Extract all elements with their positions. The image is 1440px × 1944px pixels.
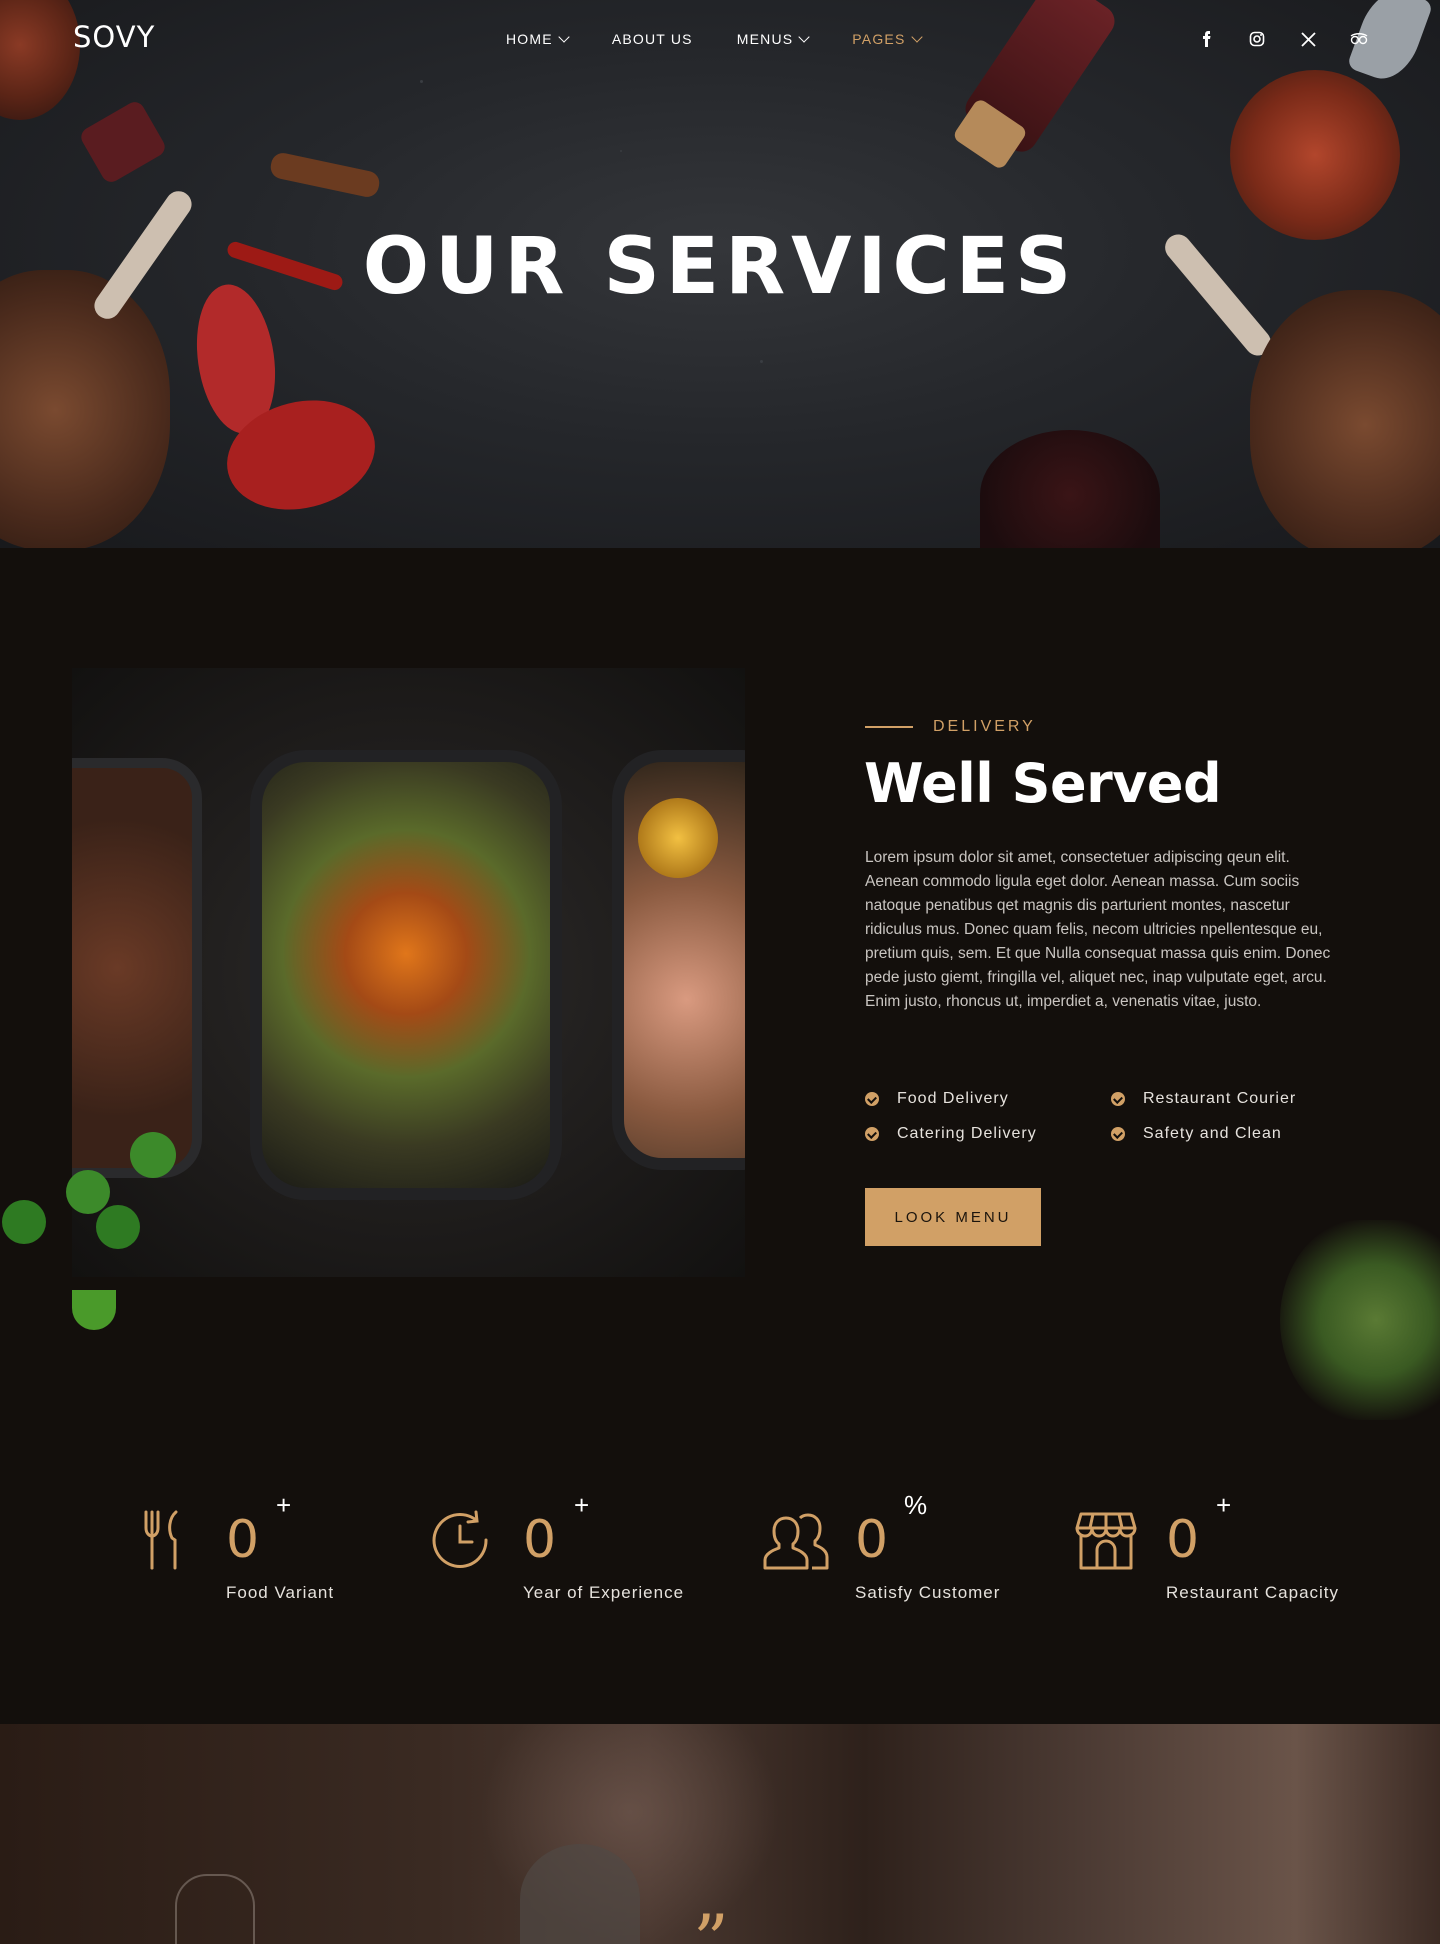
cinnamon-image bbox=[268, 150, 382, 200]
feature-label: Catering Delivery bbox=[897, 1125, 1037, 1142]
check-circle-icon bbox=[1111, 1092, 1125, 1106]
chevron-down-icon bbox=[910, 31, 923, 43]
feature-item: Food Delivery bbox=[865, 1090, 1009, 1108]
wine-glass-right-image bbox=[1230, 70, 1400, 240]
section-description: Lorem ipsum dolor sit amet, consectetuer… bbox=[865, 849, 1331, 1010]
store-icon bbox=[1075, 1508, 1137, 1577]
red-wine-glass-image bbox=[980, 430, 1160, 548]
stat-suffix: + bbox=[1216, 1490, 1232, 1520]
nav-item-label: MENUS bbox=[736, 31, 794, 47]
stat-label: Year of Experience bbox=[523, 1583, 685, 1602]
jalapeno-slices-image bbox=[0, 1080, 230, 1330]
steak-right-image bbox=[1250, 290, 1440, 548]
nav-item-home[interactable]: HOME bbox=[506, 31, 570, 47]
eyebrow-label: DELIVERY bbox=[933, 718, 1036, 735]
meal-box-center-image bbox=[250, 750, 562, 1200]
stat-suffix: + bbox=[276, 1490, 292, 1520]
nav-item-about-us[interactable]: ABOUT US bbox=[612, 31, 693, 47]
utensils-icon bbox=[140, 1508, 188, 1577]
instagram-icon[interactable] bbox=[1246, 28, 1268, 50]
jalapeno-slice bbox=[72, 1290, 116, 1330]
page-title: OUR SERVICES bbox=[362, 222, 1078, 312]
spice-jar-image bbox=[77, 98, 169, 186]
stat-value: 0 bbox=[1166, 1510, 1200, 1570]
quote-icon: ” bbox=[693, 1900, 729, 1944]
clock-icon bbox=[432, 1508, 492, 1577]
site-logo[interactable]: SOVY bbox=[73, 20, 155, 54]
hero-banner: SOVY HOME ABOUT US MENUS PAGES OUR SERVI… bbox=[0, 0, 1440, 548]
jalapeno-slice bbox=[130, 1132, 176, 1178]
feature-label: Safety and Clean bbox=[1143, 1125, 1282, 1142]
texture-speck bbox=[620, 150, 622, 152]
texture-speck bbox=[420, 80, 423, 83]
lemon-image bbox=[638, 798, 718, 878]
section-eyebrow: DELIVERY bbox=[865, 718, 1036, 736]
look-menu-button[interactable]: LOOK MENU bbox=[865, 1188, 1041, 1246]
stat-suffix: + bbox=[574, 1490, 590, 1520]
nav-item-menus[interactable]: MENUS bbox=[736, 31, 810, 47]
nav-item-label: PAGES bbox=[852, 31, 906, 47]
feature-label: Restaurant Courier bbox=[1143, 1090, 1297, 1107]
teapot-image bbox=[520, 1844, 640, 1944]
jalapeno-slice bbox=[66, 1170, 110, 1214]
main-navigation: SOVY HOME ABOUT US MENUS PAGES bbox=[0, 0, 1440, 80]
stat-label: Food Variant bbox=[226, 1583, 335, 1602]
texture-speck bbox=[760, 360, 763, 363]
facebook-icon[interactable] bbox=[1195, 28, 1217, 50]
eyebrow-line bbox=[865, 726, 913, 728]
stat-value: 0 bbox=[523, 1510, 557, 1570]
feature-label: Food Delivery bbox=[897, 1090, 1009, 1107]
stat-value: 0 bbox=[855, 1510, 889, 1570]
feature-item: Restaurant Courier bbox=[1111, 1090, 1296, 1108]
stat-label: Restaurant Capacity bbox=[1166, 1583, 1340, 1602]
feature-item: Catering Delivery bbox=[865, 1125, 1037, 1143]
nav-item-label: HOME bbox=[506, 31, 553, 47]
nav-menu: HOME ABOUT US MENUS PAGES bbox=[506, 31, 965, 47]
tripadvisor-icon[interactable] bbox=[1348, 28, 1370, 50]
users-icon bbox=[762, 1508, 830, 1577]
nav-item-pages[interactable]: PAGES bbox=[852, 31, 923, 47]
jalapeno-slice bbox=[2, 1200, 46, 1244]
herb-sprig-image bbox=[1280, 1220, 1440, 1420]
chevron-down-icon bbox=[798, 31, 810, 43]
jalapeno-slice bbox=[96, 1205, 140, 1249]
stat-suffix: % bbox=[904, 1490, 928, 1520]
check-circle-icon bbox=[1111, 1127, 1125, 1141]
feature-item: Safety and Clean bbox=[1111, 1125, 1282, 1143]
section-title: Well Served bbox=[864, 752, 1222, 815]
nav-item-label: ABOUT US bbox=[611, 31, 693, 47]
check-circle-icon bbox=[865, 1127, 879, 1141]
chevron-down-icon bbox=[558, 31, 570, 43]
stat-value: 0 bbox=[226, 1510, 260, 1570]
glass-image bbox=[175, 1874, 255, 1944]
stat-label: Satisfy Customer bbox=[855, 1583, 1001, 1602]
check-circle-icon bbox=[865, 1092, 879, 1106]
x-icon[interactable] bbox=[1297, 28, 1319, 50]
